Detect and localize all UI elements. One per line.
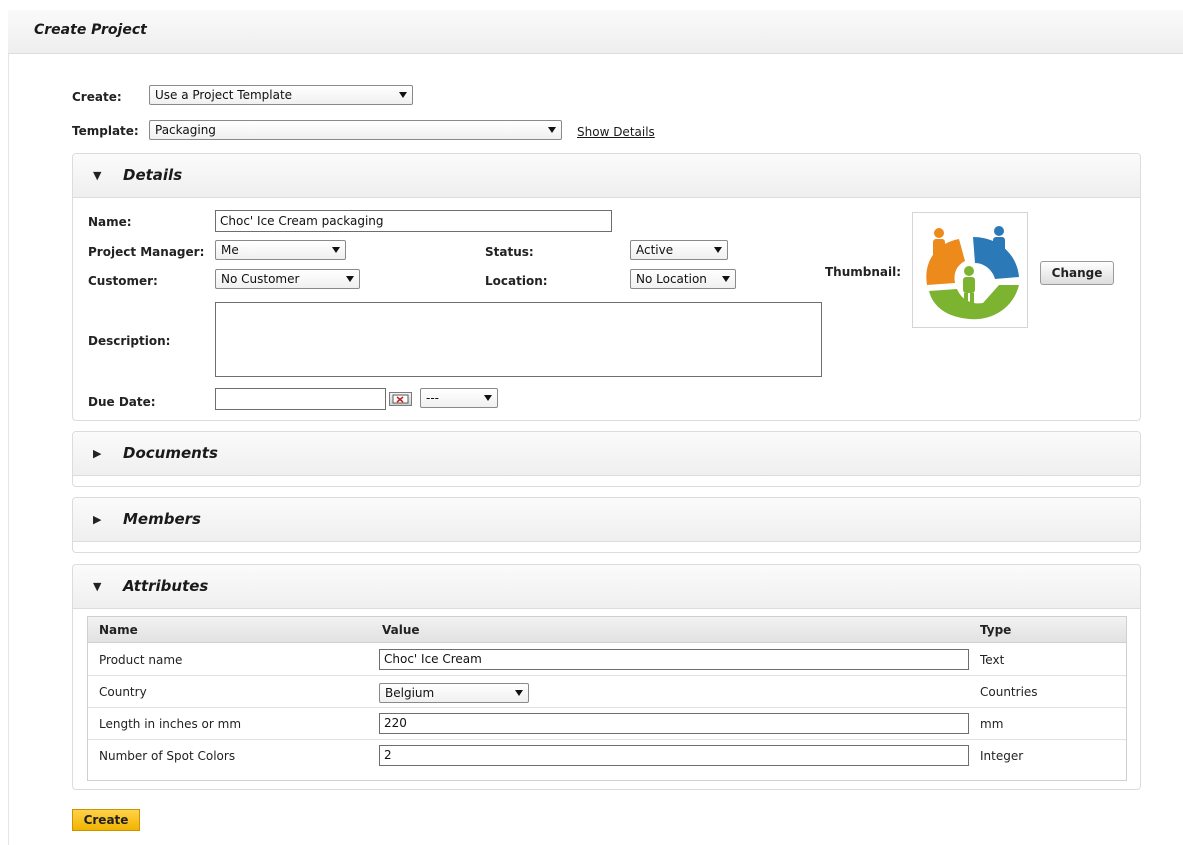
attribute-value: Belgium (385, 686, 435, 700)
chevron-down-icon (332, 247, 340, 253)
triangle-right-icon: ▶ (93, 513, 102, 526)
members-title: Members (123, 510, 201, 528)
attribute-name: Country (99, 685, 147, 699)
members-panel: ▶ Members (72, 497, 1141, 553)
due-date-label: Due Date: (88, 395, 156, 409)
chevron-down-icon (722, 276, 730, 282)
page-left-border (8, 10, 9, 845)
attribute-name: Number of Spot Colors (99, 749, 236, 763)
location-label: Location: (485, 274, 548, 288)
details-panel-header[interactable]: ▼ Details (73, 154, 1140, 198)
attribute-value-input[interactable]: 2 (379, 745, 969, 766)
attribute-type: Integer (980, 749, 1024, 763)
documents-panel-header[interactable]: ▶ Documents (73, 432, 1140, 476)
project-thumbnail (912, 212, 1028, 328)
table-row: Product name Choc' Ice Cream Text (88, 644, 1126, 676)
documents-title: Documents (123, 444, 218, 462)
triangle-down-icon: ▼ (93, 580, 102, 593)
attribute-value-select[interactable]: Belgium (379, 683, 529, 703)
status-label: Status: (485, 245, 534, 259)
create-button[interactable]: Create (72, 809, 140, 831)
column-header-type: Type (980, 623, 1012, 637)
due-time-value: --- (426, 391, 439, 405)
chevron-down-icon (515, 690, 523, 696)
details-title: Details (123, 166, 183, 184)
location-select[interactable]: No Location (630, 269, 736, 289)
project-manager-value: Me (221, 243, 239, 257)
table-row: Country Belgium Countries (88, 676, 1126, 708)
description-label: Description: (88, 334, 171, 348)
name-label: Name: (88, 215, 132, 229)
chevron-down-icon (714, 247, 722, 253)
table-row: Length in inches or mm 220 mm (88, 708, 1126, 740)
template-select[interactable]: Packaging (149, 120, 562, 140)
triangle-right-icon: ▶ (93, 447, 102, 460)
customer-value: No Customer (221, 272, 300, 286)
page-title: Create Project (34, 22, 147, 38)
chevron-down-icon (346, 276, 354, 282)
header-bar: Create Project (8, 10, 1183, 54)
create-label: Create: (72, 90, 122, 104)
status-value: Active (636, 243, 674, 257)
chevron-down-icon (548, 127, 556, 133)
due-date-input[interactable] (215, 388, 386, 410)
template-label: Template: (72, 124, 139, 138)
attribute-value-input[interactable]: Choc' Ice Cream (379, 649, 969, 670)
description-textarea[interactable] (215, 302, 822, 377)
column-header-value: Value (382, 623, 420, 637)
create-select-value: Use a Project Template (155, 88, 293, 102)
status-select[interactable]: Active (630, 240, 728, 260)
attribute-type: Countries (980, 685, 1038, 699)
show-details-link[interactable]: Show Details (577, 125, 655, 139)
customer-select[interactable]: No Customer (215, 269, 360, 289)
chevron-down-icon (399, 92, 407, 98)
project-manager-label: Project Manager: (88, 245, 205, 259)
triangle-down-icon: ▼ (93, 169, 102, 182)
change-thumbnail-button[interactable]: Change (1040, 261, 1114, 285)
puzzle-people-icon (926, 226, 1019, 320)
members-panel-header[interactable]: ▶ Members (73, 498, 1140, 542)
chevron-down-icon (484, 395, 492, 401)
calendar-clear-icon[interactable] (389, 392, 412, 406)
attribute-name: Length in inches or mm (99, 717, 242, 731)
attribute-value-input[interactable]: 220 (379, 713, 969, 734)
attributes-table-header: Name Value Type (88, 617, 1126, 643)
attributes-panel-header[interactable]: ▼ Attributes (73, 565, 1140, 609)
attribute-name: Product name (99, 653, 183, 667)
attribute-type: mm (980, 717, 1004, 731)
customer-label: Customer: (88, 274, 158, 288)
table-row: Number of Spot Colors 2 Integer (88, 740, 1126, 772)
name-input[interactable]: Choc' Ice Cream packaging (215, 210, 612, 232)
create-select[interactable]: Use a Project Template (149, 85, 413, 105)
attribute-type: Text (980, 653, 1005, 667)
attributes-title: Attributes (123, 577, 209, 595)
template-select-value: Packaging (155, 123, 216, 137)
column-header-name: Name (99, 623, 138, 637)
project-manager-select[interactable]: Me (215, 240, 346, 260)
documents-panel: ▶ Documents (72, 431, 1141, 487)
due-time-select[interactable]: --- (420, 388, 498, 408)
location-value: No Location (636, 272, 707, 286)
thumbnail-label: Thumbnail: (825, 265, 902, 279)
